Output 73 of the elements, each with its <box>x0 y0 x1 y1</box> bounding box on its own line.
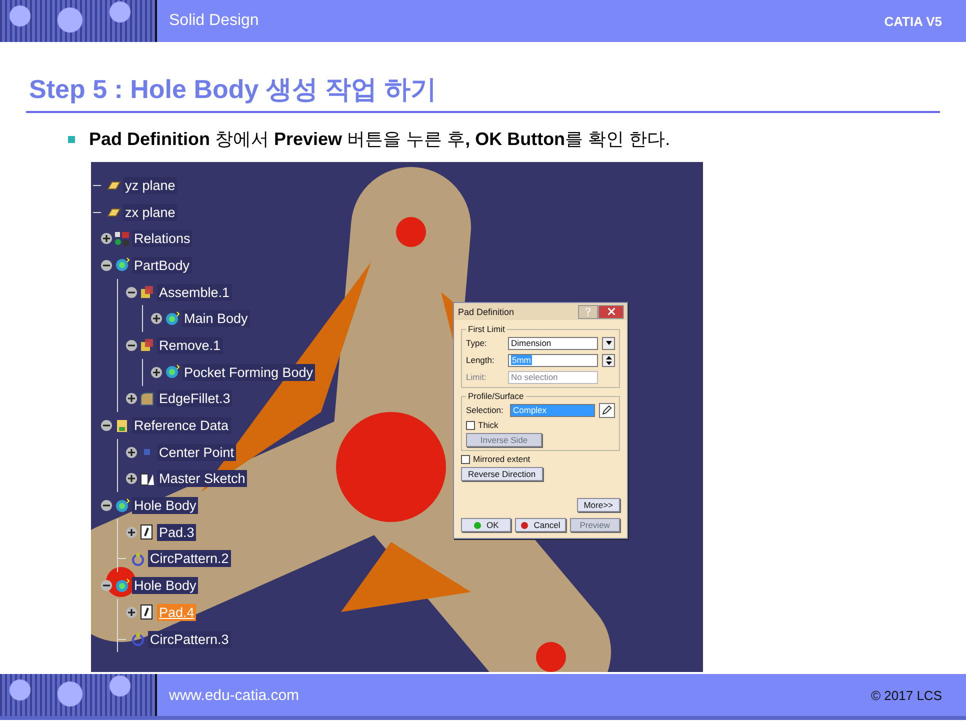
tree-item[interactable]: Relations <box>132 230 192 248</box>
reference-icon <box>114 418 130 434</box>
close-icon[interactable] <box>598 304 624 318</box>
field-label: Selection: <box>466 405 504 415</box>
expand-icon[interactable] <box>151 313 162 324</box>
collapse-icon[interactable] <box>101 260 112 271</box>
body-icon <box>114 257 130 274</box>
expand-icon[interactable] <box>126 473 137 484</box>
tree-item[interactable]: PartBody <box>132 256 192 274</box>
tree-item[interactable]: Center Point <box>157 444 236 461</box>
body-icon <box>114 578 130 594</box>
checkbox-label: Mirrored extent <box>473 454 530 464</box>
expand-icon[interactable] <box>101 233 112 244</box>
tree-item[interactable]: CircPattern.2 <box>148 550 231 568</box>
dialog-button[interactable]: OK <box>461 518 512 532</box>
pattern-icon <box>130 550 146 567</box>
body-icon <box>164 310 180 327</box>
collapse-icon[interactable] <box>101 420 112 432</box>
tree-item[interactable]: Hole Body <box>132 577 198 594</box>
tree-item[interactable]: Main Body <box>182 310 250 328</box>
body-icon <box>164 364 180 380</box>
copyright-text: © 2017 LCS <box>870 688 942 702</box>
tree-item[interactable]: Master Sketch <box>157 470 248 488</box>
type-dropdown[interactable]: Dimension <box>508 336 598 350</box>
slide-title: Step 5 : Hole Body 생성 작업 하기 <box>26 72 940 113</box>
website-url: www.edu-catia.com <box>169 686 300 704</box>
group-legend: Profile/Surface <box>466 391 526 401</box>
pencil-icon[interactable] <box>599 402 615 418</box>
checkbox[interactable] <box>466 420 475 430</box>
sketch-icon <box>139 470 155 487</box>
more-button[interactable]: More>> <box>576 498 620 512</box>
bullet-text: Pad Definition 창에서 Preview 버튼을 누른 후, OK Button를 확인 한다. <box>89 128 670 151</box>
expand-icon[interactable] <box>151 366 162 378</box>
field-label: Length: <box>466 355 496 365</box>
point-icon <box>144 449 150 456</box>
tree-item[interactable]: EdgeFillet.3 <box>157 390 232 408</box>
help-icon[interactable] <box>578 304 598 318</box>
circular-face <box>536 642 566 672</box>
tree-item[interactable]: Hole Body <box>132 497 198 514</box>
dialog-button[interactable]: Reverse Direction <box>461 467 543 481</box>
product-name: CATIA V5 <box>884 14 942 28</box>
pattern-icon <box>130 631 146 648</box>
tree-item[interactable]: Pad.3 <box>157 524 196 541</box>
spinner-icon[interactable] <box>602 354 615 366</box>
collapse-icon[interactable] <box>101 500 112 512</box>
field-label: Limit: <box>466 372 488 382</box>
dialog-title: Pad Definition <box>458 306 514 316</box>
group-legend: First Limit <box>466 324 507 334</box>
expand-icon[interactable] <box>126 446 137 458</box>
collapse-icon[interactable] <box>126 286 137 298</box>
tree-item[interactable]: Remove.1 <box>157 336 223 354</box>
bullet-icon <box>68 136 75 142</box>
dialog-button[interactable]: Cancel <box>515 518 566 532</box>
checkbox[interactable] <box>461 454 470 464</box>
tree-item[interactable]: Reference Data <box>132 417 231 434</box>
tree-item[interactable]: CircPattern.3 <box>148 630 231 648</box>
tree-item[interactable]: zx plane <box>123 204 178 221</box>
checkbox-label: Thick <box>478 420 498 430</box>
fillet-icon <box>139 390 155 407</box>
tree-item[interactable]: Assemble.1 <box>157 284 232 301</box>
pad-icon <box>139 524 155 540</box>
collapse-icon[interactable] <box>126 340 137 351</box>
tree-item[interactable]: yz plane <box>123 176 178 194</box>
section-title: Solid Design <box>169 12 259 30</box>
pad-icon <box>139 604 155 620</box>
body-icon <box>114 498 130 514</box>
expand-icon[interactable] <box>126 393 137 404</box>
boolean-icon <box>139 337 155 354</box>
tree-item[interactable]: Pocket Forming Body <box>182 364 316 381</box>
relations-icon <box>114 230 130 247</box>
boolean-icon <box>139 284 155 300</box>
field-label: Type: <box>466 338 488 348</box>
circular-face <box>396 217 426 247</box>
